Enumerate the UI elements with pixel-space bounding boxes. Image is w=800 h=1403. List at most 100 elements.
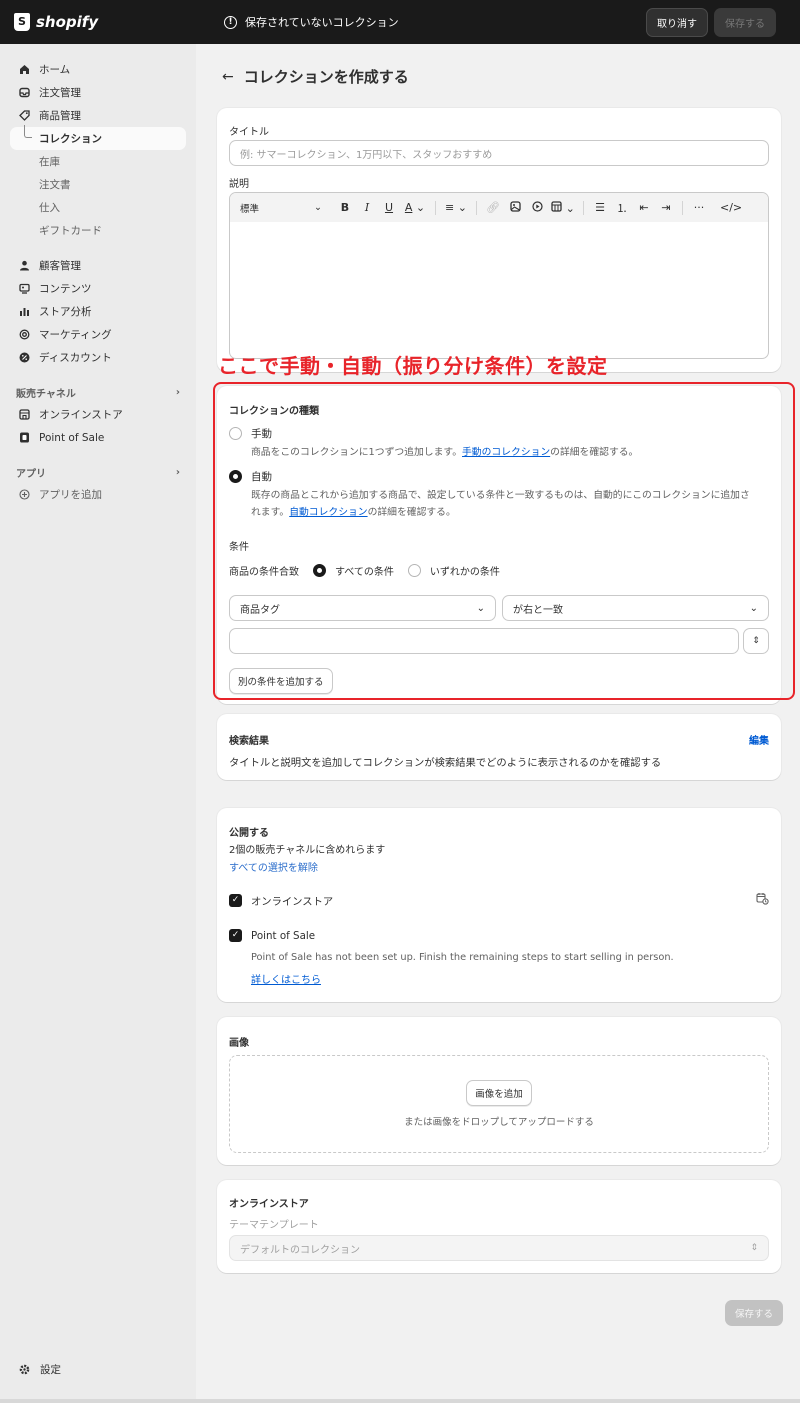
bottom-border	[0, 1399, 800, 1403]
sidebar-item-gift-cards[interactable]: ギフトカード	[0, 219, 196, 242]
page-header: ← コレクションを作成する	[222, 66, 409, 87]
back-arrow-icon[interactable]: ←	[222, 69, 234, 85]
channel-option[interactable]: ✓ オンラインストア	[229, 893, 333, 908]
gear-icon	[18, 1364, 30, 1376]
publishing-card: 公開する 2個の販売チャネルに含めれらます すべての選択を解除 ✓ オンラインス…	[217, 808, 781, 1002]
chevron-down-icon: ⌄	[314, 202, 322, 213]
channel-row-pos[interactable]: ✓ Point of Sale	[229, 929, 315, 942]
sidebar-section-sales-channels[interactable]: 販売チャネル ›	[0, 381, 196, 403]
image-icon[interactable]	[504, 200, 526, 215]
sidebar-item-label: オンラインストア	[39, 409, 123, 421]
italic-icon[interactable]: I	[356, 201, 378, 214]
target-icon	[18, 329, 30, 341]
more-icon[interactable]: ···	[688, 201, 710, 214]
text-color-icon[interactable]: A ⌄	[400, 201, 430, 214]
sidebar-item-collections[interactable]: コレクション	[10, 125, 186, 150]
discard-button[interactable]: 取り消す	[646, 7, 708, 37]
channel-label: オンラインストア	[251, 895, 334, 908]
sidebar-item-point-of-sale[interactable]: Point of Sale	[0, 426, 196, 449]
channel-count: 2個の販売チャネルに含めれらます	[229, 845, 386, 856]
video-icon[interactable]	[526, 200, 548, 215]
search-results-title: 検索結果	[229, 736, 269, 747]
online-store-card: オンラインストア テーマテンプレート デフォルトのコレクション ⇕	[217, 1180, 781, 1273]
chevron-right-icon: ›	[175, 386, 180, 398]
sidebar-item-orders[interactable]: 注文管理	[0, 81, 196, 104]
chart-icon	[18, 306, 30, 318]
sidebar-item-products[interactable]: 商品管理	[0, 104, 196, 127]
outdent-icon[interactable]: ⇤	[633, 201, 655, 214]
online-store-checkbox[interactable]: ✓	[229, 893, 242, 907]
sidebar-item-inventory[interactable]: 在庫	[0, 150, 196, 173]
save-button-bottom[interactable]: 保存する	[725, 1300, 784, 1326]
channel-row-online-store: ✓ オンラインストア	[229, 892, 769, 908]
format-select-value: 標準	[240, 203, 260, 215]
sidebar-item-content[interactable]: コンテンツ	[0, 277, 196, 300]
chevron-right-icon: ›	[175, 466, 180, 478]
edit-seo-link[interactable]: 編集	[749, 732, 769, 747]
select-arrows-icon: ⇕	[750, 1243, 758, 1253]
unsaved-message: 保存されていないコレクション	[245, 16, 399, 29]
sidebar: ホーム 注文管理 商品管理 コレクション 在庫 注文書 仕入 ギフトカード 顧客…	[0, 44, 196, 1399]
deselect-all-link[interactable]: すべての選択を解除	[229, 859, 318, 874]
inbox-icon	[18, 87, 30, 99]
sidebar-item-label: 商品管理	[39, 110, 81, 122]
search-results-description: タイトルと説明文を追加してコレクションが検索結果でどのように表示されるのかを確認…	[229, 757, 662, 769]
save-button-top[interactable]: 保存する	[714, 7, 776, 37]
sidebar-item-online-store[interactable]: オンラインストア	[0, 403, 196, 426]
sidebar-item-label: ギフトカード	[39, 225, 102, 237]
discount-icon	[18, 352, 30, 364]
drop-hint: または画像をドロップしてアップロードする	[404, 1117, 594, 1128]
description-label: 説明	[229, 179, 249, 190]
bullet-list-icon[interactable]: ☰	[589, 201, 611, 214]
alert-circle-icon: !	[224, 15, 237, 29]
image-card: 画像 画像を追加 または画像をドロップしてアップロードする	[217, 1017, 781, 1165]
sidebar-item-add-app[interactable]: アプリを追加	[0, 483, 196, 506]
toolbar-divider	[476, 200, 477, 215]
sidebar-item-analytics[interactable]: ストア分析	[0, 300, 196, 323]
sidebar-item-marketing[interactable]: マーケティング	[0, 323, 196, 346]
sidebar-item-discounts[interactable]: ディスカウント	[0, 346, 196, 369]
channel-label: Point of Sale	[251, 929, 316, 942]
annotation-caption: ここで手動・自動（振り分け条件）を設定	[218, 354, 608, 378]
plus-circle-icon	[18, 489, 30, 501]
add-image-button[interactable]: 画像を追加	[466, 1080, 532, 1106]
online-store-title: オンラインストア	[229, 1199, 309, 1210]
table-icon[interactable]: ⌄	[548, 200, 578, 215]
title-input[interactable]: 例: サマーコレクション、1万円以下、スタッフおすすめ	[229, 140, 769, 166]
main-content: ← コレクションを作成する タイトル 例: サマーコレクション、1万円以下、スタ…	[196, 44, 800, 1399]
tag-icon	[18, 110, 30, 122]
sidebar-item-label: 注文書	[39, 179, 71, 191]
sidebar-item-label: コンテンツ	[39, 283, 92, 295]
store-icon	[18, 409, 30, 421]
shopify-logo[interactable]: shopify	[0, 13, 210, 31]
content-icon	[18, 283, 30, 295]
template-select[interactable]: デフォルトのコレクション ⇕	[229, 1235, 769, 1261]
bold-icon[interactable]: B	[334, 201, 356, 214]
pos-notice: Point of Sale has not been set up. Finis…	[251, 952, 674, 963]
publishing-title: 公開する	[229, 828, 269, 839]
sidebar-item-label: 顧客管理	[39, 260, 81, 272]
sidebar-item-settings[interactable]: 設定	[18, 1362, 61, 1377]
sidebar-item-transfers[interactable]: 仕入	[0, 196, 196, 219]
image-title: 画像	[229, 1038, 249, 1049]
link-icon[interactable]: 🔗︎	[482, 201, 504, 214]
top-bar: shopify ! 保存されていないコレクション 取り消す 保存する	[0, 0, 800, 44]
sidebar-item-home[interactable]: ホーム	[0, 58, 196, 81]
sidebar-item-purchase-orders[interactable]: 注文書	[0, 173, 196, 196]
numbered-list-icon[interactable]: ⒈	[611, 200, 633, 216]
underline-icon[interactable]: U	[378, 201, 400, 214]
sidebar-item-customers[interactable]: 顧客管理	[0, 254, 196, 277]
learn-more-link[interactable]: 詳しくはこちら	[251, 971, 321, 986]
title-label: タイトル	[229, 127, 269, 138]
top-actions: 取り消す 保存する	[646, 7, 800, 37]
code-icon[interactable]: </>	[720, 201, 742, 214]
description-editor: 標準 ⌄ B I U A ⌄ ≡ ⌄ 🔗︎ ⌄ ☰ ⒈ ⇤ ⇥ ··· </>	[229, 192, 769, 359]
indent-icon[interactable]: ⇥	[655, 201, 677, 214]
pos-icon	[18, 432, 30, 444]
format-select[interactable]: 標準 ⌄	[240, 201, 322, 215]
align-icon[interactable]: ≡ ⌄	[441, 201, 471, 214]
image-dropzone[interactable]: 画像を追加 または画像をドロップしてアップロードする	[229, 1055, 769, 1153]
schedule-icon[interactable]	[756, 892, 769, 908]
sidebar-section-apps[interactable]: アプリ ›	[0, 461, 196, 483]
pos-checkbox[interactable]: ✓	[229, 929, 242, 942]
